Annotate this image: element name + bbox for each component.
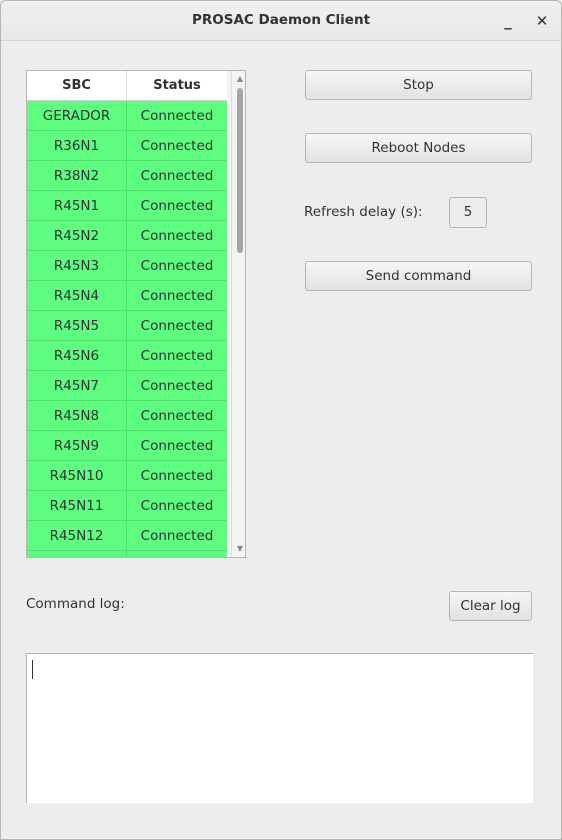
table-row[interactable]: R45N12 Connected <box>27 521 227 551</box>
status-cell <box>127 551 227 557</box>
window-title: PROSAC Daemon Client <box>191 12 371 28</box>
sbc-name-cell: R45N11 <box>27 491 127 521</box>
table-row[interactable]: R45N7 Connected <box>27 371 227 401</box>
sbc-status-table: SBC Status GERADOR Connected R36N1 Connecte… <box>26 70 246 558</box>
sbc-name-cell: R38N2 <box>27 161 127 191</box>
table-row[interactable]: GERADOR Connected <box>27 101 227 131</box>
status-cell: Connected <box>127 281 227 311</box>
status-cell: Connected <box>127 131 227 161</box>
sbc-name-cell: R45N12 <box>27 521 127 551</box>
table-row[interactable]: R45N5 Connected <box>27 311 227 341</box>
sbc-name-cell: R45N3 <box>27 251 127 281</box>
column-header-sbc[interactable]: SBC <box>27 71 127 101</box>
table-row[interactable]: R38N2 Connected <box>27 161 227 191</box>
title-bar[interactable]: PROSAC Daemon Client _ ✕ <box>1 1 561 41</box>
status-cell: Connected <box>127 491 227 521</box>
status-cell: Connected <box>127 101 227 131</box>
status-cell: Connected <box>127 521 227 551</box>
table-scrollbar[interactable]: ▲ ▼ <box>231 71 245 557</box>
table-row[interactable]: R45N9 Connected <box>27 431 227 461</box>
minimize-icon[interactable]: _ <box>497 10 519 32</box>
status-cell: Connected <box>127 341 227 371</box>
status-cell: Connected <box>127 431 227 461</box>
close-icon[interactable]: ✕ <box>531 10 553 32</box>
table-body: GERADOR Connected R36N1 Connected R38N2 Conne… <box>27 101 227 557</box>
text-caret <box>32 660 33 679</box>
refresh-delay-input[interactable]: 5 <box>449 197 487 228</box>
table-row[interactable]: R36N1 Connected <box>27 131 227 161</box>
reboot-nodes-button[interactable]: Reboot Nodes <box>305 133 532 163</box>
status-cell: Connected <box>127 251 227 281</box>
scroll-up-icon[interactable]: ▲ <box>235 74 245 84</box>
status-cell: Connected <box>127 221 227 251</box>
status-cell: Connected <box>127 461 227 491</box>
status-cell: Connected <box>127 371 227 401</box>
sbc-name-cell: R45N8 <box>27 401 127 431</box>
stop-button[interactable]: Stop <box>305 70 532 100</box>
sbc-name-cell: R45N2 <box>27 221 127 251</box>
refresh-delay-label: Refresh delay (s): <box>304 204 423 220</box>
table-row[interactable] <box>27 551 227 557</box>
status-cell: Connected <box>127 401 227 431</box>
sbc-name-cell: R36N1 <box>27 131 127 161</box>
table-row[interactable]: R45N6 Connected <box>27 341 227 371</box>
sbc-name-cell <box>27 551 127 557</box>
table-header: SBC Status <box>27 71 227 101</box>
table-row[interactable]: R45N10 Connected <box>27 461 227 491</box>
status-cell: Connected <box>127 311 227 341</box>
sbc-name-cell: R45N10 <box>27 461 127 491</box>
table-row[interactable]: R45N3 Connected <box>27 251 227 281</box>
sbc-name-cell: R45N6 <box>27 341 127 371</box>
table-row[interactable]: R45N8 Connected <box>27 401 227 431</box>
send-command-button[interactable]: Send command <box>305 261 532 291</box>
clear-log-button[interactable]: Clear log <box>449 591 532 621</box>
sbc-name-cell: R45N1 <box>27 191 127 221</box>
table-row[interactable]: R45N11 Connected <box>27 491 227 521</box>
status-cell: Connected <box>127 191 227 221</box>
command-log-textarea[interactable] <box>26 653 533 803</box>
command-log-label: Command log: <box>26 596 125 612</box>
scrollbar-thumb[interactable] <box>237 88 243 253</box>
sbc-name-cell: R45N5 <box>27 311 127 341</box>
column-header-status[interactable]: Status <box>127 71 227 101</box>
scroll-down-icon[interactable]: ▼ <box>235 544 245 554</box>
sbc-name-cell: R45N9 <box>27 431 127 461</box>
sbc-name-cell: R45N7 <box>27 371 127 401</box>
status-cell: Connected <box>127 161 227 191</box>
table-row[interactable]: R45N4 Connected <box>27 281 227 311</box>
sbc-name-cell: R45N4 <box>27 281 127 311</box>
sbc-name-cell: GERADOR <box>27 101 127 131</box>
table-row[interactable]: R45N2 Connected <box>27 221 227 251</box>
table-row[interactable]: R45N1 Connected <box>27 191 227 221</box>
